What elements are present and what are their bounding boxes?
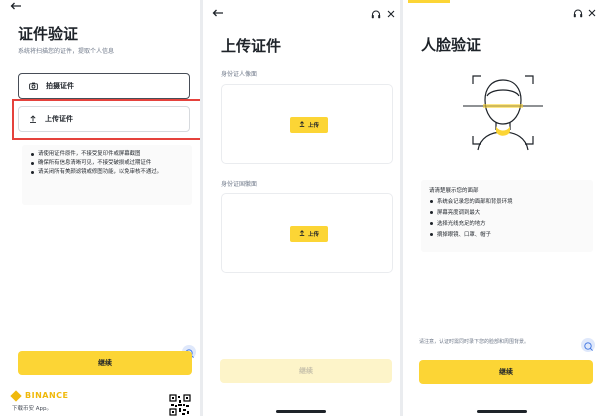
home-indicator	[477, 410, 527, 413]
upload-back-button[interactable]: 上传	[290, 226, 328, 242]
id-front-upload-area[interactable]: 上传	[221, 84, 393, 164]
download-app-text: 下载币安 App。	[12, 406, 52, 412]
requirement-item: 系统会记录您的面部和背景环境	[429, 197, 585, 208]
requirements-heading: 请清楚展示您的面部	[429, 188, 479, 194]
close-icon[interactable]	[586, 8, 598, 18]
binance-diamond-icon	[10, 389, 22, 402]
tip-item: 确保所有信息清晰可见，不接受破损或过期证件	[30, 159, 186, 168]
requirement-item: 选择光线充足的地方	[429, 219, 585, 230]
headset-support-icon[interactable]	[572, 8, 584, 18]
id-verification-screen: 证件验证 系统将扫描您的证件，提取个人信息 拍摄证件 上传证件 请使用证件原件，…	[0, 0, 200, 416]
id-back-upload-area[interactable]: 上传	[221, 193, 393, 273]
page-title: 上传证件	[221, 37, 282, 55]
headset-support-icon[interactable]	[370, 9, 382, 19]
id-front-label: 身份证人像面	[221, 71, 258, 78]
face-scan-illustration	[463, 70, 543, 152]
upload-label: 上传	[307, 123, 319, 129]
continue-button[interactable]: 继续	[419, 360, 593, 384]
back-arrow-icon[interactable]	[210, 8, 226, 18]
upload-front-button[interactable]: 上传	[290, 117, 328, 133]
upload-label: 上传	[307, 232, 319, 238]
binance-logo: BINANCE	[10, 389, 69, 402]
requirement-item: 摘掉眼镜、口罩、帽子	[429, 230, 585, 241]
face-requirements: 请清楚展示您的面部 系统会记录您的面部和背景环境 屏幕亮度调到最大 选择光线充足…	[421, 180, 593, 252]
help-chat-icon[interactable]	[581, 338, 595, 352]
upload-icon	[299, 230, 305, 238]
qr-code-icon[interactable]	[169, 394, 191, 416]
top-bar	[403, 0, 600, 28]
id-back-label: 身份证国徽面	[221, 181, 258, 188]
continue-button-disabled[interactable]: 继续	[220, 359, 392, 383]
recording-notice: 请注意，认证时需同时录下您的脸部和周围背景。	[419, 339, 530, 345]
top-bar	[203, 0, 400, 28]
page-subtitle: 系统将扫描您的证件，提取个人信息	[18, 48, 115, 55]
upload-document-label: 上传证件	[45, 115, 73, 123]
take-photo-label: 拍摄证件	[46, 82, 74, 90]
close-icon[interactable]	[385, 9, 397, 19]
continue-button[interactable]: 继续	[18, 351, 192, 375]
upload-document-option[interactable]: 上传证件	[18, 106, 190, 132]
page-title: 人脸验证	[421, 36, 482, 54]
page-title: 证件验证	[18, 25, 79, 43]
upload-document-screen: 上传证件 身份证人像面 上传 身份证国徽面 上传 继续	[203, 0, 400, 416]
back-arrow-icon[interactable]	[8, 0, 24, 12]
face-verification-screen: 人脸验证 请清楚展示您的面部 系统会记录您的面部和背景环境 屏幕亮度调到最大 选…	[403, 0, 600, 416]
document-tips: 请使用证件原件，不接受复印件或屏幕截图 确保所有信息清晰可见，不接受破损或过期证…	[22, 145, 192, 205]
take-photo-option[interactable]: 拍摄证件	[18, 73, 190, 99]
requirement-item: 屏幕亮度调到最大	[429, 208, 585, 219]
upload-icon	[299, 121, 305, 129]
camera-icon	[29, 82, 38, 90]
home-indicator	[276, 410, 326, 413]
tip-item: 请关闭所有美颜滤镜或修图功能，以免审核不通过。	[30, 168, 186, 177]
upload-icon	[29, 115, 37, 123]
brand-name: BINANCE	[25, 391, 69, 400]
tip-item: 请使用证件原件，不接受复印件或屏幕截图	[30, 150, 186, 159]
